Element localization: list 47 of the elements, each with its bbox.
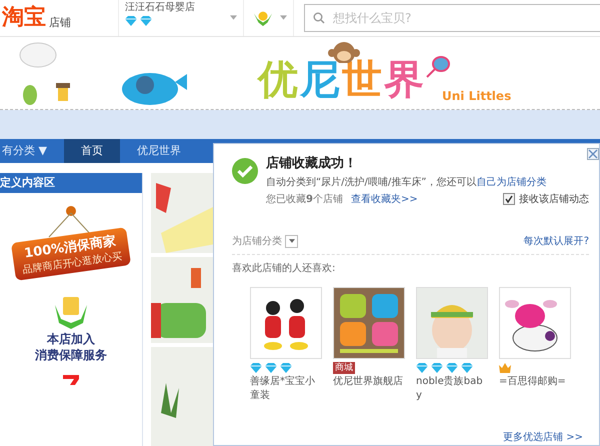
caret-icon [288,239,294,243]
brand-logo-subtitle: Uni Littles [442,89,512,103]
nav-tab[interactable]: 有分类 ▼ [0,139,64,163]
nav-tab[interactable]: 首页 [64,139,120,163]
expand-link[interactable]: 每次默认展开? [524,234,589,248]
nav-tab[interactable]: 优尼世界 [120,139,198,163]
search-icon [313,12,325,24]
shop-name-link[interactable]: 善缘居*宝宝小童装 [250,375,322,403]
shop-name-link[interactable]: 优尼世界旗舰店 [333,375,405,389]
guarantee-text: 本店加入 [47,331,95,347]
crown-icon [499,363,511,373]
close-button[interactable] [587,148,599,160]
logo-suffix: 店铺 [49,15,71,30]
brand-logo-title: 优尼世界 [258,57,426,103]
subscribe-checkbox[interactable] [503,193,515,205]
caret-icon[interactable] [280,15,287,20]
search-field[interactable]: 想找什么宝贝? [304,4,600,32]
diamond-icon [125,16,137,26]
sidebar-title: 定义内容区 [0,173,142,193]
diamond-icon [431,363,443,373]
category-dropdown[interactable] [285,234,298,248]
guarantee-text: 消费保障服务 [35,347,107,363]
shop-name-link[interactable]: =百思得邮购= [499,375,571,389]
shop-name-link[interactable]: noble贵族baby [416,375,488,403]
taobao-logo[interactable]: 淘宝 [2,6,46,30]
diamond-icon [416,363,428,373]
subscribe-label[interactable]: 接收该店铺动态 [519,192,589,206]
dialog-title: 店铺收藏成功！ [266,154,358,172]
also-like-label: 喜欢此店铺的人还喜欢: [232,262,336,275]
check-icon [232,158,258,184]
favorites-link[interactable]: 查看收藏夹>> [350,192,418,206]
seller-name[interactable]: 汪汪石石母婴店 [125,2,243,13]
category-label: 为店铺分类 [232,234,282,248]
diamond-icon [280,363,292,373]
seven-icon [61,375,81,385]
diamond-icon [461,363,473,373]
diamond-icon [265,363,277,373]
mall-tag: 商城 [333,362,355,374]
caret-icon[interactable] [230,15,237,20]
diamond-icon [140,16,152,26]
categorize-link[interactable]: 自己为店铺分类 [476,177,546,188]
racket-icon [426,55,450,79]
dialog-message: 自动分类到“尿片/洗护/喂哺/推车床”，您还可以自己为店铺分类 [266,176,548,189]
diamond-icon [250,363,262,373]
diamond-icon [446,363,458,373]
more-shops-link[interactable]: 更多优选店铺 >> [503,430,583,444]
favorite-count: 您已收藏9个店铺 [266,192,343,206]
